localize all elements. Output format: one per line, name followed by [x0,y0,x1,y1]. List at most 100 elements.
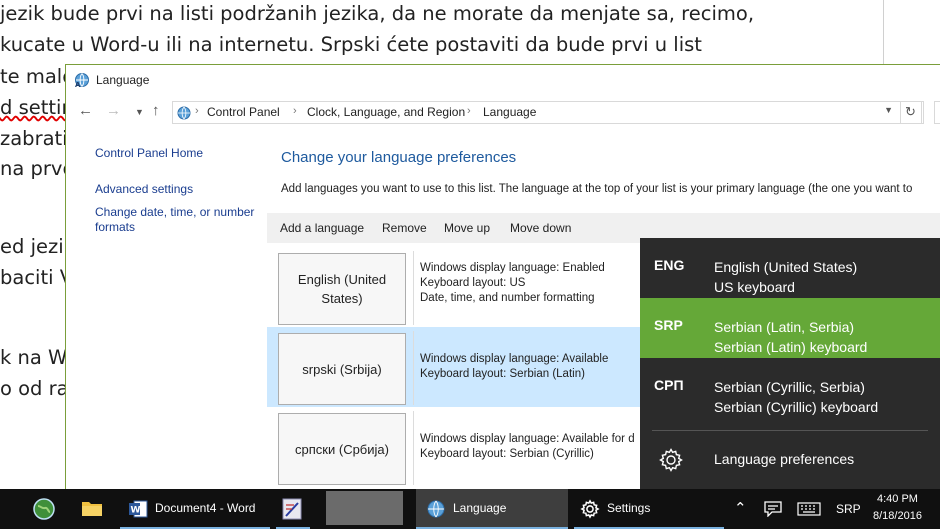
taskbar-globe-app[interactable] [26,489,60,529]
language-info: Windows display language: Enabled Keyboa… [420,261,605,306]
flyout-item-eng[interactable]: ENG English (United States) US keyboard [640,238,940,298]
language-globe-icon: A [75,73,89,88]
flyout-item-srp-cyrillic[interactable]: СРП Serbian (Cyrillic, Serbia) Serbian (… [640,358,940,418]
show-hidden-icons-chevron-icon[interactable]: ⌃ [734,499,747,517]
globe-icon [33,498,55,520]
breadcrumb-clock-language-region[interactable]: Clock, Language, and Region [307,105,465,119]
input-indicator[interactable]: SRP [836,502,861,516]
refresh-icon: ↻ [905,104,916,119]
language-name: Serbian (Cyrillic, Serbia) [714,379,865,395]
search-box[interactable] [934,101,940,124]
language-info: Windows display language: Available Keyb… [420,352,608,382]
forward-arrow-icon[interactable]: → [106,102,121,119]
language-code: SRP [654,317,683,333]
settings-gear-icon [580,499,600,519]
add-language-button[interactable]: Add a language [280,221,364,235]
gear-icon [659,448,683,472]
language-preferences-label: Language preferences [714,451,855,467]
window-title: Language [96,73,150,87]
keyboard-name: US keyboard [714,279,795,295]
flyout-item-srp[interactable]: SRP Serbian (Latin, Serbia) Serbian (Lat… [640,298,940,358]
title-bar[interactable]: A Language [66,65,940,95]
up-arrow-icon[interactable]: ↑ [152,102,160,119]
language-name-button[interactable]: English (United States) [278,253,406,325]
document-line: ed jezik [0,235,75,258]
taskbar-settings[interactable]: Settings [574,489,724,529]
move-down-button[interactable]: Move down [510,221,571,235]
language-info-line: Date, time, and number formatting [420,292,595,304]
taskbar-language-window[interactable]: Language [416,489,568,529]
document-line: d settin [0,96,74,119]
word-icon: W [129,500,148,518]
language-info-line: Windows display language: Enabled [420,262,605,274]
flyout-divider [652,430,928,431]
control-panel-home-link[interactable]: Control Panel Home [95,146,265,161]
control-panel-icon [177,106,191,120]
taskbar-app-label: Language [453,501,507,515]
address-dropdown-chevron-icon[interactable]: ▼ [884,105,893,115]
language-info-line: Windows display language: Available for … [420,433,635,445]
recent-locations-chevron-icon[interactable]: ▼ [135,107,144,117]
taskbar-hidden-app-thumbnail[interactable] [326,491,403,525]
navigation-bar: ← → ▼ ↑ › Control Panel › Clock, Languag… [66,99,940,125]
clock-time[interactable]: 4:40 PM [877,493,918,505]
touch-keyboard-icon[interactable] [797,502,821,516]
language-info-line: Keyboard layout: US [420,277,526,289]
language-name: Serbian (Latin, Serbia) [714,319,855,335]
taskbar-pinned-app[interactable] [276,489,310,529]
taskbar-word-document[interactable]: W Document4 - Word [120,489,270,529]
document-line: zabrati [0,127,68,150]
clock-date[interactable]: 8/18/2016 [873,510,922,522]
document-line: na prvo [0,157,75,180]
language-info-line: Keyboard layout: Serbian (Latin) [420,368,585,380]
svg-text:A: A [75,81,81,88]
language-icon [427,500,445,518]
taskbar-app-label: Document4 - Word [155,501,256,515]
language-code: СРП [654,377,684,393]
keyboard-name: Serbian (Cyrillic) keyboard [714,399,879,415]
language-name-button[interactable]: srpski (Srbija) [278,333,406,405]
change-date-time-formats-link[interactable]: Change date, time, or number formats [95,205,265,235]
page-margin-divider [883,0,884,70]
taskbar-app-label: Settings [607,501,651,515]
row-divider [413,251,414,325]
document-line: k na Wi [0,346,73,369]
language-preferences-link[interactable]: Language preferences [640,438,940,482]
document-line: te malo [0,65,75,88]
move-up-button[interactable]: Move up [444,221,490,235]
language-description: English (United States) US keyboard [714,257,857,297]
language-info-line: Keyboard layout: Serbian (Cyrillic) [420,448,594,460]
back-arrow-icon[interactable]: ← [78,102,93,119]
input-language-flyout: ENG English (United States) US keyboard … [640,238,940,490]
breadcrumb-separator-icon: › [195,105,199,117]
breadcrumb-separator-icon[interactable]: › [293,105,297,117]
svg-text:W: W [131,506,141,516]
language-name: English (United States) [714,259,858,275]
page-description: Add languages you want to use to this li… [281,183,913,195]
language-description: Serbian (Latin, Serbia) Serbian (Latin) … [714,317,867,357]
document-line: jezik bude prvi na listi podržanih jezik… [0,2,755,25]
breadcrumb-control-panel[interactable]: Control Panel [207,105,280,119]
taskbar-file-explorer[interactable] [74,489,110,529]
row-divider [413,331,414,405]
action-center-icon[interactable] [764,501,782,517]
breadcrumb-separator-icon[interactable]: › [467,105,471,117]
breadcrumb-language[interactable]: Language [483,105,536,119]
keyboard-name: Serbian (Latin) keyboard [714,339,868,355]
refresh-button[interactable]: ↻ [900,101,922,124]
screen: jezik bude prvi na listi podržanih jezik… [0,0,940,529]
address-bar[interactable]: › Control Panel › Clock, Language, and R… [172,101,924,124]
language-name-button[interactable]: српски (Србија) [278,413,406,485]
language-code: ENG [654,257,685,273]
page-heading: Change your language preferences [281,149,517,166]
taskbar: W Document4 - Word Language Settings ⌃ S… [0,489,940,529]
document-scanner-icon [282,498,302,520]
language-info: Windows display language: Available for … [420,432,635,462]
language-description: Serbian (Cyrillic, Serbia) Serbian (Cyri… [714,377,878,417]
advanced-settings-link[interactable]: Advanced settings [95,182,265,197]
folder-icon [82,502,102,516]
remove-button[interactable]: Remove [382,221,427,235]
language-info-line: Windows display language: Available [420,353,609,365]
document-line: baciti V [0,266,74,289]
row-divider [413,411,414,485]
